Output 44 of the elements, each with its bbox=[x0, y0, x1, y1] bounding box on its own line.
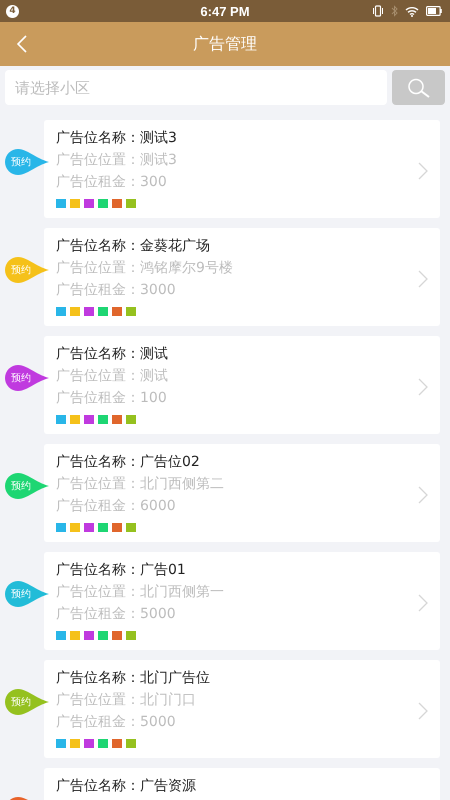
community-search-field[interactable]: 请选择小区 bbox=[5, 70, 387, 105]
ad-rent: 广告位租金：5000 bbox=[56, 713, 177, 732]
chevron-icon bbox=[418, 702, 428, 720]
ad-card[interactable]: 广告位名称：广告位02 广告位位置：北门西侧第二 广告位租金：6000 bbox=[44, 444, 440, 542]
ad-rent: 广告位租金：5000 bbox=[56, 605, 177, 624]
ad-name: 广告位名称：广告资源 bbox=[56, 777, 197, 796]
ad-card[interactable]: 广告位名称：测试3 广告位位置：测试3 广告位租金：300 bbox=[44, 120, 440, 218]
ad-name: 广告位名称：广告01 bbox=[56, 561, 187, 580]
ad-card[interactable]: 广告位名称：北门广告位 广告位位置：北门门口 广告位租金：5000 bbox=[44, 660, 440, 758]
ad-rent: 广告位租金：100 bbox=[56, 389, 168, 408]
ad-location: 广告位位置：北门门口 bbox=[56, 691, 197, 710]
wifi-icon bbox=[405, 6, 419, 16]
ad-name: 广告位名称：测试3 bbox=[56, 129, 178, 148]
chevron-icon bbox=[418, 594, 428, 612]
search-icon bbox=[406, 78, 432, 98]
ad-rent: 广告位租金：3000 bbox=[56, 281, 177, 300]
ad-card[interactable]: 广告位名称：测试 广告位位置：测试 广告位租金：100 bbox=[44, 336, 440, 434]
notification-badge: 4 bbox=[6, 4, 19, 18]
ad-location: 广告位位置：鸿铭摩尔9号楼 bbox=[56, 259, 234, 278]
ad-card[interactable]: 广告位名称：广告01 广告位位置：北门西侧第一 广告位租金：5000 bbox=[44, 552, 440, 650]
vibrate-icon bbox=[372, 5, 384, 17]
page-title: 广告管理 bbox=[193, 34, 257, 54]
ad-name: 广告位名称：金葵花广场 bbox=[56, 237, 211, 256]
ad-location: 广告位位置：北门西侧第二 bbox=[56, 475, 225, 494]
bluetooth-icon bbox=[391, 5, 398, 17]
ad-name: 广告位名称：广告位02 bbox=[56, 453, 201, 472]
chevron-icon bbox=[418, 162, 428, 180]
ad-card[interactable]: 广告位名称：金葵花广场 广告位位置：鸿铭摩尔9号楼 广告位租金：3000 bbox=[44, 228, 440, 326]
ad-name: 广告位名称：北门广告位 bbox=[56, 669, 211, 688]
chevron-icon bbox=[418, 486, 428, 504]
search-button[interactable] bbox=[392, 70, 445, 105]
back-icon bbox=[17, 35, 27, 53]
chevron-icon bbox=[418, 270, 428, 288]
ad-name: 广告位名称：测试 bbox=[56, 345, 169, 364]
status-time: 6:47 PM bbox=[200, 4, 250, 18]
chevron-icon bbox=[418, 378, 428, 396]
ad-location: 广告位位置：北门西侧第一 bbox=[56, 583, 225, 602]
ad-rent: 广告位租金：6000 bbox=[56, 497, 177, 516]
reserve-tag[interactable]: 预约 bbox=[5, 365, 49, 391]
ad-rent: 广告位租金：300 bbox=[56, 173, 168, 192]
battery-icon bbox=[426, 6, 442, 16]
ad-location: 广告位位置：测试3 bbox=[56, 151, 178, 170]
ad-location: 广告位位置：测试 bbox=[56, 367, 169, 386]
ad-card[interactable]: 广告位名称：广告资源 bbox=[44, 768, 440, 800]
